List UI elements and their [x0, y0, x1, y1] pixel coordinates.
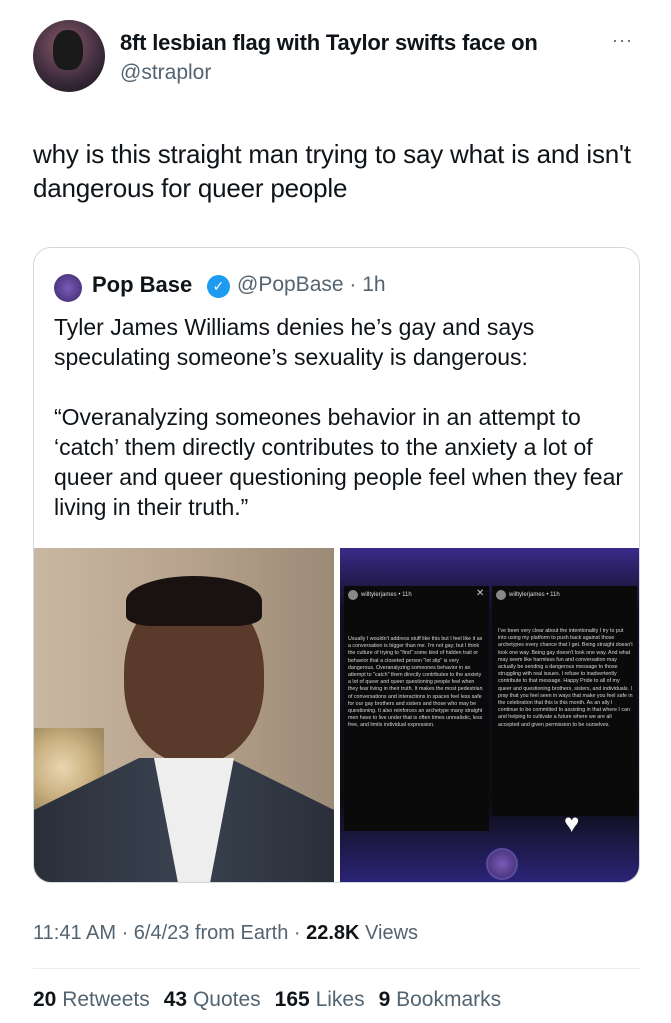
quotes-count: 43 — [163, 988, 188, 1011]
quotes-stat[interactable]: 43 Quotes — [164, 988, 261, 1012]
retweets-stat[interactable]: 20 Retweets — [33, 988, 150, 1012]
timestamp[interactable]: 11:41 AM · 6/4/23 from Earth · — [33, 922, 306, 944]
story-panel-1: willtylerjames • 11h Usually I wouldn't … — [344, 586, 489, 831]
quotes-label: Quotes — [192, 988, 261, 1011]
close-icon: ✕ — [476, 588, 485, 599]
bookmarks-stat[interactable]: 9 Bookmarks — [379, 988, 502, 1012]
author-handle[interactable]: @straplor — [120, 61, 211, 85]
retweets-count: 20 — [33, 988, 57, 1011]
engagement-stats: 20 Retweets 43 Quotes 165 Likes 9 Bookma… — [33, 988, 501, 1012]
bookmarks-label: Bookmarks — [396, 988, 502, 1011]
tweet-text: why is this straight man trying to say w… — [33, 139, 631, 203]
bookmarks-count: 9 — [378, 988, 391, 1011]
portrait-photo[interactable] — [34, 548, 334, 882]
author-name[interactable]: 8ft lesbian flag with Taylor swifts face… — [120, 30, 538, 56]
quote-avatar[interactable] — [54, 274, 82, 302]
story-avatar-icon — [348, 590, 358, 600]
author-avatar[interactable] — [33, 20, 105, 92]
quote-text: Tyler James Williams denies he’s gay and… — [54, 314, 624, 520]
likes-count: 165 — [274, 988, 310, 1011]
likes-stat[interactable]: 165 Likes — [275, 988, 365, 1012]
ellipsis-icon[interactable]: ··· — [612, 30, 633, 51]
story-header-text: willtylerjames • 11h — [361, 592, 412, 598]
views-count: 22.8K — [306, 922, 360, 944]
story-text-1: Usually I wouldn't address stuff like th… — [348, 636, 483, 729]
hair-shape — [126, 576, 262, 626]
story-header-1: willtylerjames • 11h — [348, 590, 412, 600]
story-text-2: I've been very clear about the intention… — [498, 628, 633, 728]
quoted-tweet[interactable]: Pop Base ✓ @PopBase · 1h Tyler James Wil… — [33, 247, 640, 883]
quote-author-name[interactable]: Pop Base — [92, 272, 192, 298]
tweet-meta: 11:41 AM · 6/4/23 from Earth · 22.8K Vie… — [33, 922, 418, 945]
pop-base-logo — [486, 848, 518, 880]
likes-label: Likes — [315, 988, 365, 1011]
story-header-2: willtylerjames • 11h — [496, 590, 560, 600]
story-panel-2: willtylerjames • 11h I've been very clea… — [492, 586, 637, 816]
story-avatar-icon — [496, 590, 506, 600]
retweets-label: Retweets — [62, 988, 150, 1011]
story-header-text: willtylerjames • 11h — [509, 592, 560, 598]
instagram-story-screenshot[interactable]: willtylerjames • 11h Usually I wouldn't … — [340, 548, 639, 882]
divider — [33, 968, 640, 969]
verified-badge-icon: ✓ — [207, 275, 230, 298]
quote-author-handle[interactable]: @PopBase · 1h — [237, 273, 386, 297]
views-label: Views — [359, 922, 419, 944]
heart-icon: ♥ — [564, 808, 580, 838]
